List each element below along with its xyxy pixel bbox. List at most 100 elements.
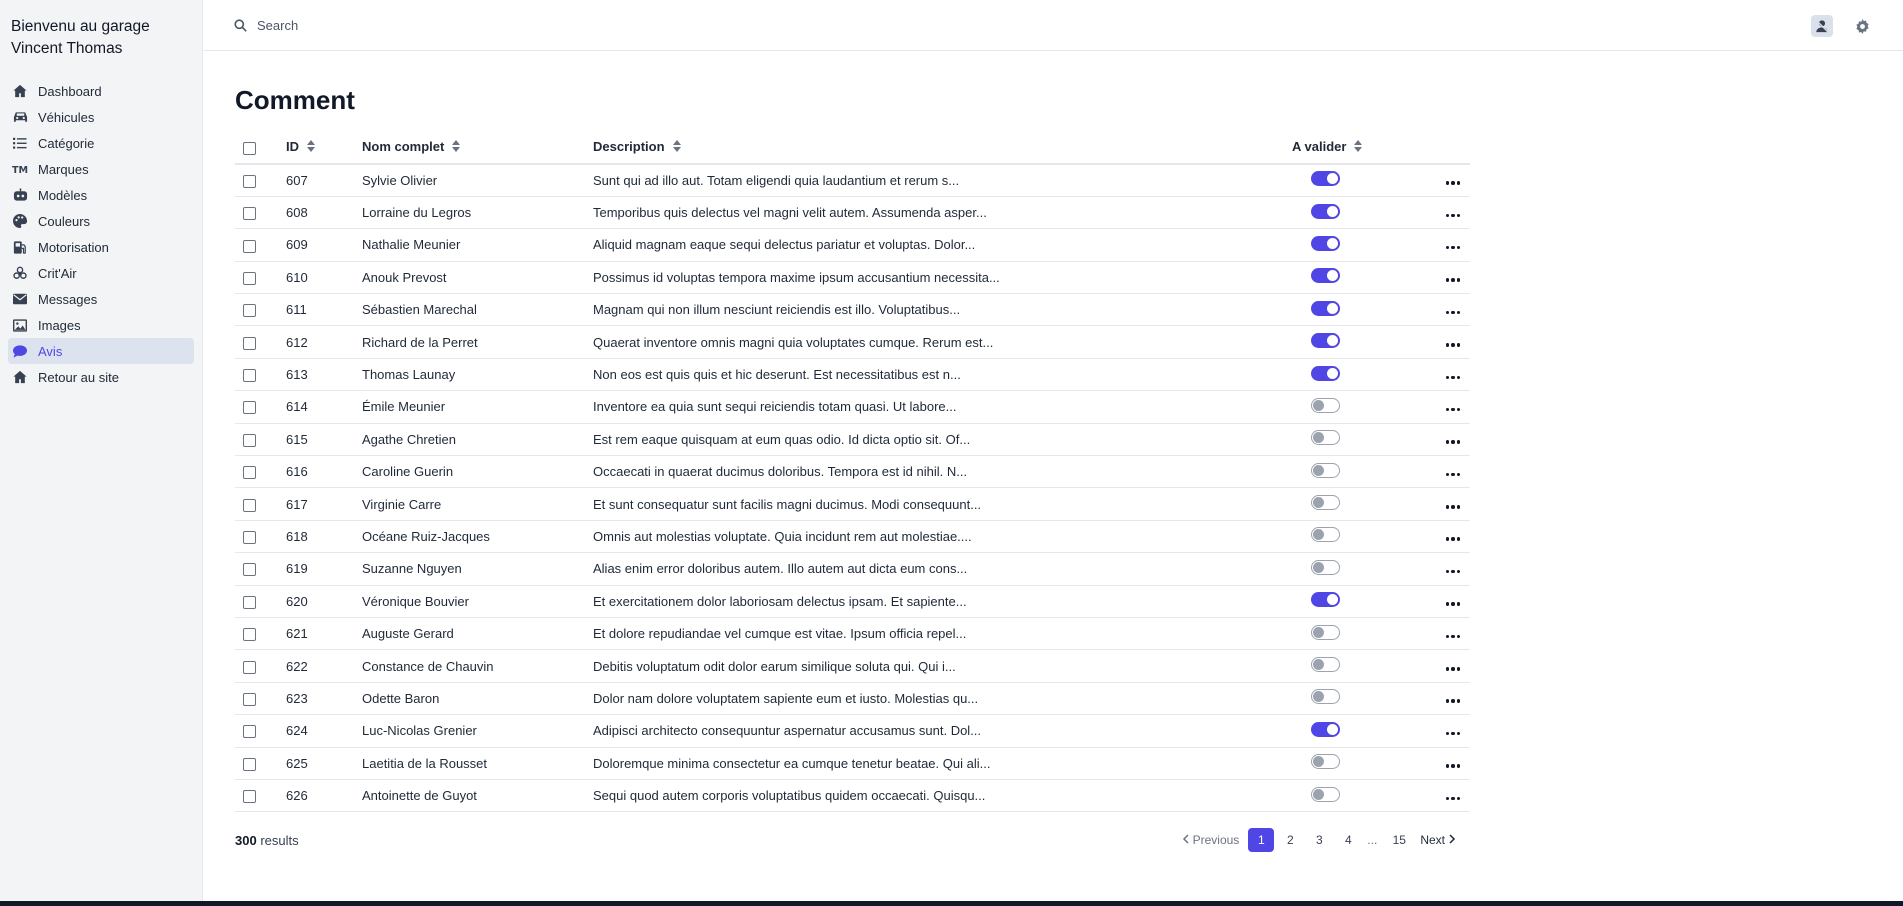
more-actions-icon[interactable]	[1445, 667, 1460, 671]
row-checkbox[interactable]	[243, 660, 256, 674]
row-checkbox[interactable]	[243, 757, 256, 771]
validate-toggle[interactable]	[1311, 754, 1340, 770]
table-row[interactable]: 607 Sylvie Olivier Sunt qui ad illo aut. T…	[235, 164, 1470, 197]
more-actions-icon[interactable]	[1445, 796, 1460, 801]
validate-toggle[interactable]	[1311, 495, 1340, 511]
sidebar-item-motorisation[interactable]: Motorisation	[8, 234, 194, 260]
select-all-checkbox[interactable]	[243, 141, 256, 155]
table-row[interactable]: 624 Luc-Nicolas Grenier Adipisci architect…	[235, 715, 1470, 748]
table-row[interactable]: 614 Émile Meunier Inventore ea quia sunt s…	[235, 391, 1470, 424]
gear-icon[interactable]	[1851, 15, 1873, 37]
validate-toggle[interactable]	[1311, 365, 1340, 381]
page-button-2[interactable]: 2	[1277, 828, 1303, 852]
column-header-id[interactable]: ID	[286, 131, 362, 164]
more-actions-icon[interactable]	[1445, 375, 1460, 380]
search-box[interactable]	[234, 17, 557, 33]
validate-toggle[interactable]	[1311, 592, 1340, 608]
table-row[interactable]: 618 Océane Ruiz-Jacques Omnis aut molestia…	[235, 520, 1470, 553]
more-actions-icon[interactable]	[1445, 213, 1460, 218]
page-button-3[interactable]: 3	[1306, 828, 1332, 852]
row-checkbox[interactable]	[243, 401, 256, 415]
row-checkbox[interactable]	[243, 563, 256, 577]
validate-toggle[interactable]	[1311, 689, 1340, 705]
validate-toggle[interactable]	[1311, 624, 1340, 640]
table-row[interactable]: 620 Véronique Bouvier Et exercitationem do…	[235, 585, 1470, 618]
row-checkbox[interactable]	[243, 207, 256, 221]
more-actions-icon[interactable]	[1445, 310, 1460, 315]
table-row[interactable]: 622 Constance de Chauvin Debitis voluptatu…	[235, 650, 1470, 683]
column-header-description[interactable]: Description	[593, 131, 1292, 164]
more-actions-icon[interactable]	[1445, 505, 1460, 509]
validate-toggle[interactable]	[1311, 333, 1340, 349]
sidebar-item-images[interactable]: Images	[8, 312, 194, 338]
more-actions-icon[interactable]	[1445, 181, 1460, 185]
previous-page-button[interactable]: Previous	[1182, 833, 1239, 847]
column-header-validate[interactable]: A valider	[1292, 131, 1428, 164]
page-button-last[interactable]: 15	[1386, 828, 1412, 852]
validate-toggle[interactable]	[1311, 559, 1340, 575]
table-row[interactable]: 625 Laetitia de la Rousset Doloremque mini…	[235, 747, 1470, 780]
sidebar-item-mod-les[interactable]: Modèles	[8, 182, 194, 208]
table-row[interactable]: 626 Antoinette de Guyot Sequi quod autem c…	[235, 779, 1470, 812]
validate-toggle[interactable]	[1311, 203, 1340, 219]
page-button-1[interactable]: 1	[1248, 828, 1275, 853]
row-checkbox[interactable]	[243, 628, 256, 642]
table-row[interactable]: 617 Virginie Carre Et sunt consequatur sun…	[235, 488, 1470, 521]
more-actions-icon[interactable]	[1445, 699, 1460, 703]
row-checkbox[interactable]	[243, 174, 256, 188]
validate-toggle[interactable]	[1311, 430, 1340, 446]
next-page-button[interactable]: Next	[1420, 833, 1456, 847]
validate-toggle[interactable]	[1311, 235, 1340, 251]
table-row[interactable]: 616 Caroline Guerin Occaecati in quaerat d…	[235, 456, 1470, 488]
more-actions-icon[interactable]	[1445, 343, 1460, 347]
table-row[interactable]: 612 Richard de la Perret Quaerat inventore…	[235, 326, 1470, 359]
more-actions-icon[interactable]	[1445, 602, 1460, 606]
sidebar-item-cat-gorie[interactable]: Catégorie	[8, 130, 194, 156]
user-icon[interactable]	[1811, 15, 1833, 37]
row-checkbox[interactable]	[243, 531, 256, 545]
more-actions-icon[interactable]	[1445, 537, 1460, 541]
more-actions-icon[interactable]	[1445, 407, 1460, 412]
row-checkbox[interactable]	[243, 692, 256, 706]
table-row[interactable]: 610 Anouk Prevost Possimus id voluptas tem…	[235, 261, 1470, 294]
more-actions-icon[interactable]	[1445, 472, 1460, 477]
row-checkbox[interactable]	[243, 790, 256, 804]
search-input[interactable]	[257, 17, 557, 33]
more-actions-icon[interactable]	[1445, 245, 1460, 250]
sidebar-item-crit-air[interactable]: Crit'Air	[8, 260, 194, 286]
validate-toggle[interactable]	[1311, 786, 1340, 802]
sidebar-item-v-hicules[interactable]: Véhicules	[8, 104, 194, 130]
validate-toggle[interactable]	[1311, 657, 1340, 673]
sidebar-item-marques[interactable]: TM Marques	[8, 156, 194, 182]
more-actions-icon[interactable]	[1445, 764, 1460, 768]
more-actions-icon[interactable]	[1445, 569, 1460, 574]
validate-toggle[interactable]	[1311, 268, 1340, 284]
sidebar-item-dashboard[interactable]: Dashboard	[8, 78, 194, 104]
row-checkbox[interactable]	[243, 271, 256, 285]
table-row[interactable]: 623 Odette Baron Dolor nam dolore voluptat…	[235, 682, 1470, 715]
more-actions-icon[interactable]	[1445, 440, 1460, 444]
table-row[interactable]: 613 Thomas Launay Non eos est quis quis et…	[235, 358, 1470, 391]
validate-toggle[interactable]	[1311, 462, 1340, 478]
table-row[interactable]: 621 Auguste Gerard Et dolore repudiandae v…	[235, 617, 1470, 650]
table-row[interactable]: 611 Sébastien Marechal Magnam qui non illu…	[235, 294, 1470, 326]
sidebar-item-retour-au-site[interactable]: Retour au site	[8, 364, 194, 390]
row-checkbox[interactable]	[243, 304, 256, 318]
more-actions-icon[interactable]	[1445, 278, 1460, 282]
sidebar-item-avis[interactable]: Avis	[8, 338, 194, 364]
row-checkbox[interactable]	[243, 239, 256, 253]
column-header-name[interactable]: Nom complet	[362, 131, 593, 164]
sidebar-item-messages[interactable]: Messages	[8, 286, 194, 312]
row-checkbox[interactable]	[243, 725, 256, 739]
row-checkbox[interactable]	[243, 369, 256, 383]
sidebar-item-couleurs[interactable]: Couleurs	[8, 208, 194, 234]
validate-toggle[interactable]	[1311, 300, 1340, 316]
table-row[interactable]: 609 Nathalie Meunier Aliquid magnam eaque …	[235, 229, 1470, 262]
more-actions-icon[interactable]	[1445, 731, 1460, 736]
row-checkbox[interactable]	[243, 595, 256, 609]
row-checkbox[interactable]	[243, 498, 256, 512]
row-checkbox[interactable]	[243, 466, 256, 480]
table-row[interactable]: 608 Lorraine du Legros Temporibus quis del…	[235, 196, 1470, 229]
table-row[interactable]: 615 Agathe Chretien Est rem eaque quisquam…	[235, 423, 1470, 456]
validate-toggle[interactable]	[1311, 397, 1340, 413]
